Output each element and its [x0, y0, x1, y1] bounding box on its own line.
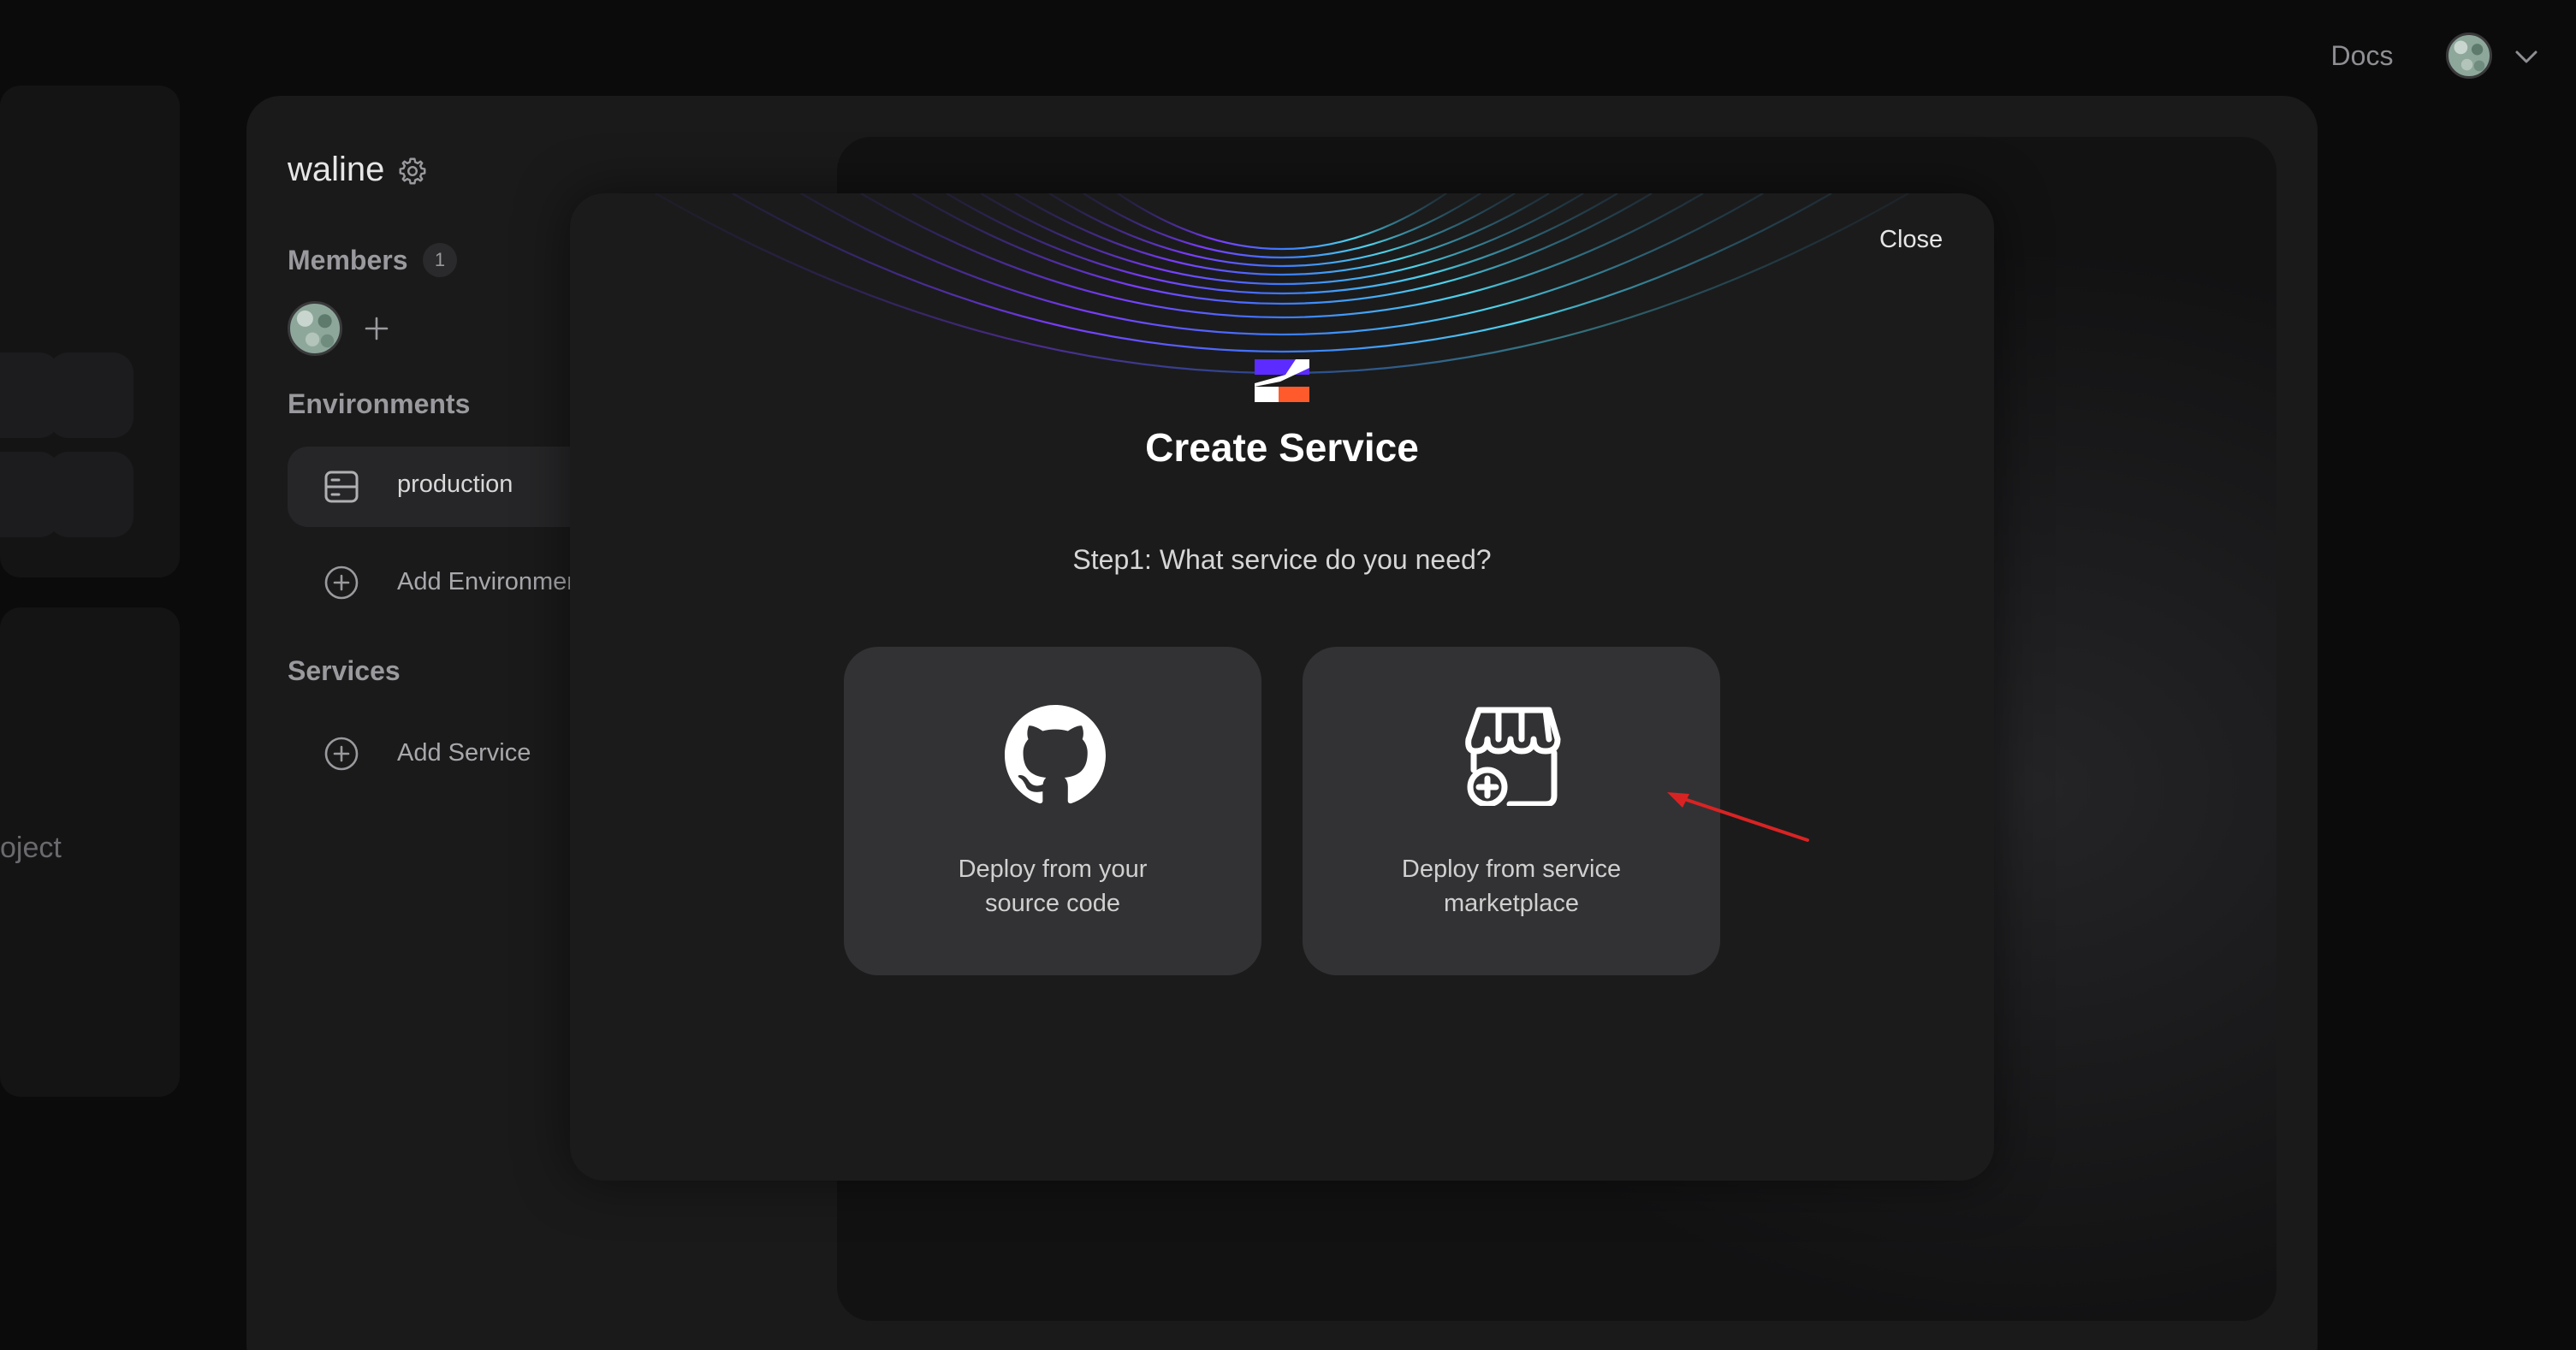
- members-heading: Members: [288, 245, 408, 275]
- plus-circle-icon: [324, 565, 359, 600]
- user-avatar: [2446, 33, 2492, 79]
- members-count-badge: 1: [423, 243, 457, 277]
- background-tile: [48, 452, 134, 537]
- deploy-source-code-option[interactable]: Deploy from your source code: [844, 647, 1261, 975]
- gear-icon[interactable]: [397, 156, 428, 187]
- deploy-marketplace-label: Deploy from service marketplace: [1401, 856, 1622, 917]
- modal-subtitle: Step1: What service do you need?: [1072, 544, 1492, 575]
- create-service-modal: Close Create Service Step1: What service…: [570, 193, 1994, 1181]
- background-tile: [48, 352, 134, 438]
- environment-label: production: [397, 471, 513, 498]
- marketplace-icon: [1465, 707, 1561, 806]
- add-member-icon[interactable]: [359, 311, 394, 346]
- deploy-source-code-label: Deploy from your source code: [958, 856, 1148, 917]
- member-avatar[interactable]: [288, 301, 342, 356]
- deploy-marketplace-option[interactable]: Deploy from service marketplace: [1303, 647, 1720, 975]
- chevron-down-icon: [2515, 50, 2537, 63]
- zeabur-logo-icon: [1255, 359, 1309, 402]
- close-button[interactable]: Close: [1879, 226, 1943, 254]
- user-menu[interactable]: [2446, 31, 2547, 80]
- project-title: waline: [288, 151, 385, 188]
- environments-heading: Environments: [288, 388, 471, 419]
- github-icon: [1005, 705, 1106, 804]
- annotation-arrow-icon: [1667, 792, 1809, 842]
- server-icon: [324, 471, 359, 503]
- background-panel: [0, 86, 180, 577]
- page: Docs oject waline Members 1 Environments…: [0, 0, 2576, 1350]
- add-environment-label: Add Environment: [397, 568, 588, 595]
- services-heading: Services: [288, 655, 401, 686]
- modal-title: Create Service: [1145, 425, 1419, 470]
- add-service-label: Add Service: [397, 739, 531, 767]
- background-partial-text: oject: [0, 832, 62, 864]
- plus-circle-icon: [324, 737, 359, 771]
- docs-link[interactable]: Docs: [2321, 36, 2403, 75]
